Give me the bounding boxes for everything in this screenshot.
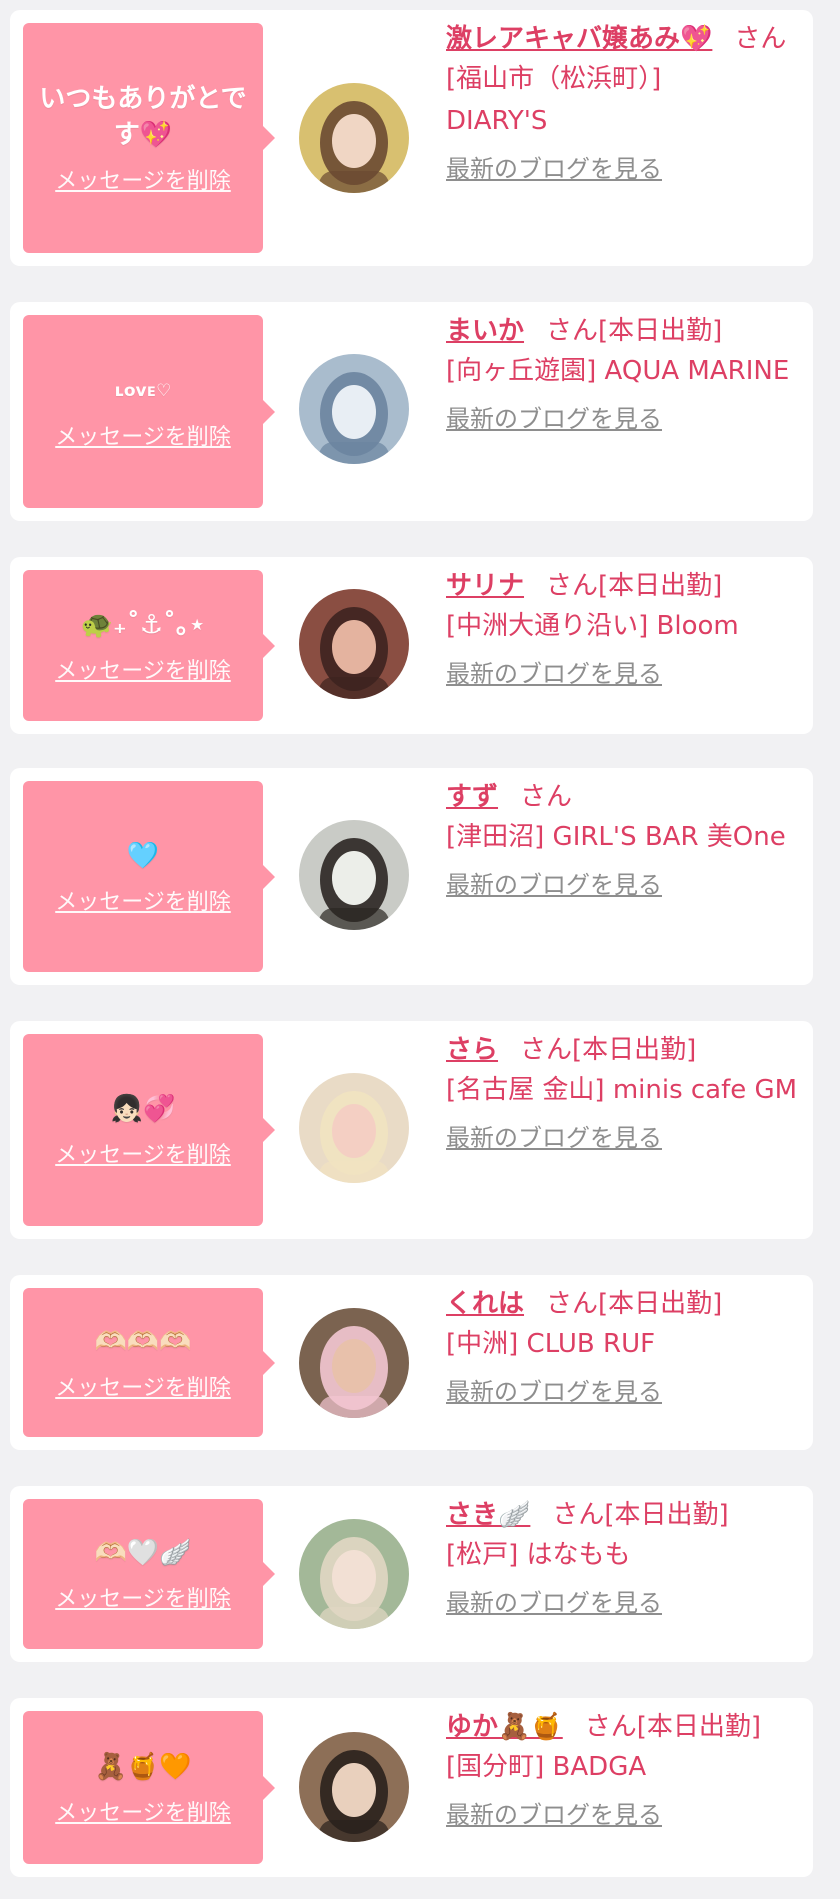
shop-name: [福山市（松浜町）] DIARY'S	[446, 64, 662, 136]
name-line: くれは さん[本日出勤]	[446, 1285, 801, 1323]
user-info: すず さん [津田沼] GIRL'S BAR 美One 最新のブログを見る	[446, 778, 801, 902]
delete-message-link[interactable]: メッセージを削除	[55, 884, 231, 916]
message-text: 🐢₊˚⚓︎˚｡⋆	[80, 609, 206, 640]
message-text: 👧🏻💞	[110, 1094, 176, 1124]
favorite-card: 🐢₊˚⚓︎˚｡⋆ メッセージを削除 サリナ さん[本日出勤] [中洲大通り沿い] Blo…	[10, 557, 813, 734]
delete-message-link[interactable]: メッセージを削除	[55, 163, 231, 195]
message-text: いつもありがとです💖	[39, 84, 247, 150]
message-text: 🫶🏻🫶🏻🫶🏻	[94, 1326, 192, 1357]
delete-message-link[interactable]: メッセージを削除	[55, 653, 231, 685]
shop-name: [国分町] BADGA	[446, 1752, 647, 1782]
favorite-card: ʟᴏᴠᴇ♡ メッセージを削除 まいか さん[本日出勤] [向ヶ丘遊園] AQUA MAR…	[10, 302, 813, 521]
message-bubble: いつもありがとです💖 メッセージを削除	[23, 23, 275, 253]
message-bubble: 🩵 メッセージを削除	[23, 781, 275, 972]
user-name-link[interactable]: ゆか🧸🍯	[446, 1712, 563, 1742]
message-text: ʟᴏᴠᴇ♡	[114, 380, 172, 401]
name-line: すず さん	[446, 778, 801, 816]
user-info: 激レアキャバ嬢あみ💖 さん [福山市（松浜町）] DIARY'S 最新のブログを見る	[446, 20, 801, 186]
user-name-link[interactable]: 激レアキャバ嬢あみ💖	[446, 24, 712, 54]
shop-name: [津田沼] GIRL'S BAR 美One	[446, 822, 786, 852]
message-bubble: 👧🏻💞 メッセージを削除	[23, 1034, 275, 1226]
user-info: さら さん[本日出勤] [名古屋 金山] minis cafe GM 最新のブログを見…	[446, 1031, 801, 1155]
delete-message-link[interactable]: メッセージを削除	[55, 1370, 231, 1402]
user-info: まいか さん[本日出勤] [向ヶ丘遊園] AQUA MARINE 最新のブログを見る	[446, 312, 801, 436]
delete-message-link[interactable]: メッセージを削除	[55, 1795, 231, 1827]
view-latest-blog-link[interactable]: 最新のブログを見る	[446, 868, 662, 902]
shop-name: [中洲大通り沿い] Bloom	[446, 611, 739, 641]
honorific: さん	[546, 571, 599, 601]
favorite-card: 🫶🏻🤍🪽 メッセージを削除 さき🪽 さん[本日出勤] [松戸] はなもも最新のブログを見…	[10, 1486, 813, 1662]
avatar[interactable]	[299, 1308, 409, 1418]
status-badge: [本日出勤]	[598, 571, 723, 601]
message-bubble: 🐢₊˚⚓︎˚｡⋆ メッセージを削除	[23, 570, 275, 721]
avatar[interactable]	[299, 1519, 409, 1629]
user-name-link[interactable]: さら	[446, 1035, 498, 1065]
favorite-card: 👧🏻💞 メッセージを削除 さら さん[本日出勤] [名古屋 金山] minis cafe…	[10, 1021, 813, 1239]
avatar[interactable]	[299, 589, 409, 699]
status-badge: [本日出勤]	[604, 1500, 729, 1530]
shop-name: [名古屋 金山] minis cafe GM	[446, 1075, 798, 1105]
honorific: さん	[734, 24, 787, 54]
favorites-list: いつもありがとです💖 メッセージを削除 激レアキャバ嬢あみ💖 さん [福山市（松浜町）]…	[0, 0, 840, 1899]
avatar[interactable]	[299, 1732, 409, 1842]
message-text: 🫶🏻🤍🪽	[94, 1538, 192, 1568]
avatar[interactable]	[299, 83, 409, 193]
message-text: 🩵	[126, 840, 160, 871]
view-latest-blog-link[interactable]: 最新のブログを見る	[446, 152, 662, 186]
user-name-link[interactable]: くれは	[446, 1289, 524, 1319]
view-latest-blog-link[interactable]: 最新のブログを見る	[446, 402, 662, 436]
user-info: サリナ さん[本日出勤] [中洲大通り沿い] Bloom 最新のブログを見る	[446, 567, 801, 691]
message-bubble: 🧸🍯🧡 メッセージを削除	[23, 1711, 275, 1864]
view-latest-blog-link[interactable]: 最新のブログを見る	[446, 657, 662, 691]
view-latest-blog-link[interactable]: 最新のブログを見る	[446, 1798, 662, 1832]
message-bubble: ʟᴏᴠᴇ♡ メッセージを削除	[23, 315, 275, 508]
delete-message-link[interactable]: メッセージを削除	[55, 419, 231, 451]
view-latest-blog-link[interactable]: 最新のブログを見る	[446, 1586, 662, 1620]
user-info: ゆか🧸🍯 さん[本日出勤] [国分町] BADGA 最新のブログを見る	[446, 1708, 801, 1832]
honorific: さん	[520, 1035, 573, 1065]
status-badge: [本日出勤]	[598, 316, 723, 346]
user-name-link[interactable]: さき🪽	[446, 1500, 530, 1530]
user-name-link[interactable]: サリナ	[446, 571, 524, 601]
status-badge: [本日出勤]	[598, 1289, 723, 1319]
name-line: サリナ さん[本日出勤]	[446, 567, 801, 605]
message-bubble: 🫶🏻🫶🏻🫶🏻 メッセージを削除	[23, 1288, 275, 1437]
user-name-link[interactable]: すず	[446, 782, 498, 812]
user-info: さき🪽 さん[本日出勤] [松戸] はなもも最新のブログを見る	[446, 1496, 801, 1620]
shop-name: [松戸] はなもも	[446, 1540, 631, 1570]
name-line: ゆか🧸🍯 さん[本日出勤]	[446, 1708, 801, 1746]
status-badge: [本日出勤]	[572, 1035, 697, 1065]
name-line: まいか さん[本日出勤]	[446, 312, 801, 350]
name-line: 激レアキャバ嬢あみ💖 さん	[446, 20, 801, 58]
favorite-card: いつもありがとです💖 メッセージを削除 激レアキャバ嬢あみ💖 さん [福山市（松浜町）]…	[10, 10, 813, 266]
avatar[interactable]	[299, 820, 409, 930]
favorite-card: 🫶🏻🫶🏻🫶🏻 メッセージを削除 くれは さん[本日出勤] [中洲] CLUB RUF 最新…	[10, 1275, 813, 1450]
status-badge: [本日出勤]	[636, 1712, 762, 1742]
honorific: さん	[546, 1289, 599, 1319]
shop-name: [中洲] CLUB RUF	[446, 1329, 656, 1359]
delete-message-link[interactable]: メッセージを削除	[55, 1581, 231, 1613]
view-latest-blog-link[interactable]: 最新のブログを見る	[446, 1121, 662, 1155]
view-latest-blog-link[interactable]: 最新のブログを見る	[446, 1375, 662, 1409]
avatar[interactable]	[299, 1073, 409, 1183]
honorific: さん	[552, 1500, 605, 1530]
name-line: さら さん[本日出勤]	[446, 1031, 801, 1069]
shop-name: [向ヶ丘遊園] AQUA MARINE	[446, 356, 790, 386]
favorite-card: 🧸🍯🧡 メッセージを削除 ゆか🧸🍯 さん[本日出勤] [国分町] BADGA 最新のブログ…	[10, 1698, 813, 1877]
message-text: 🧸🍯🧡	[94, 1751, 192, 1782]
honorific: さん	[520, 782, 573, 812]
favorite-card: 🩵 メッセージを削除 すず さん [津田沼] GIRL'S BAR 美One 最新のブログ…	[10, 768, 813, 985]
user-name-link[interactable]: まいか	[446, 316, 524, 346]
honorific: さん	[546, 316, 599, 346]
delete-message-link[interactable]: メッセージを削除	[55, 1137, 231, 1169]
name-line: さき🪽 さん[本日出勤]	[446, 1496, 801, 1534]
honorific: さん	[584, 1712, 637, 1742]
user-info: くれは さん[本日出勤] [中洲] CLUB RUF 最新のブログを見る	[446, 1285, 801, 1409]
message-bubble: 🫶🏻🤍🪽 メッセージを削除	[23, 1499, 275, 1649]
avatar[interactable]	[299, 354, 409, 464]
